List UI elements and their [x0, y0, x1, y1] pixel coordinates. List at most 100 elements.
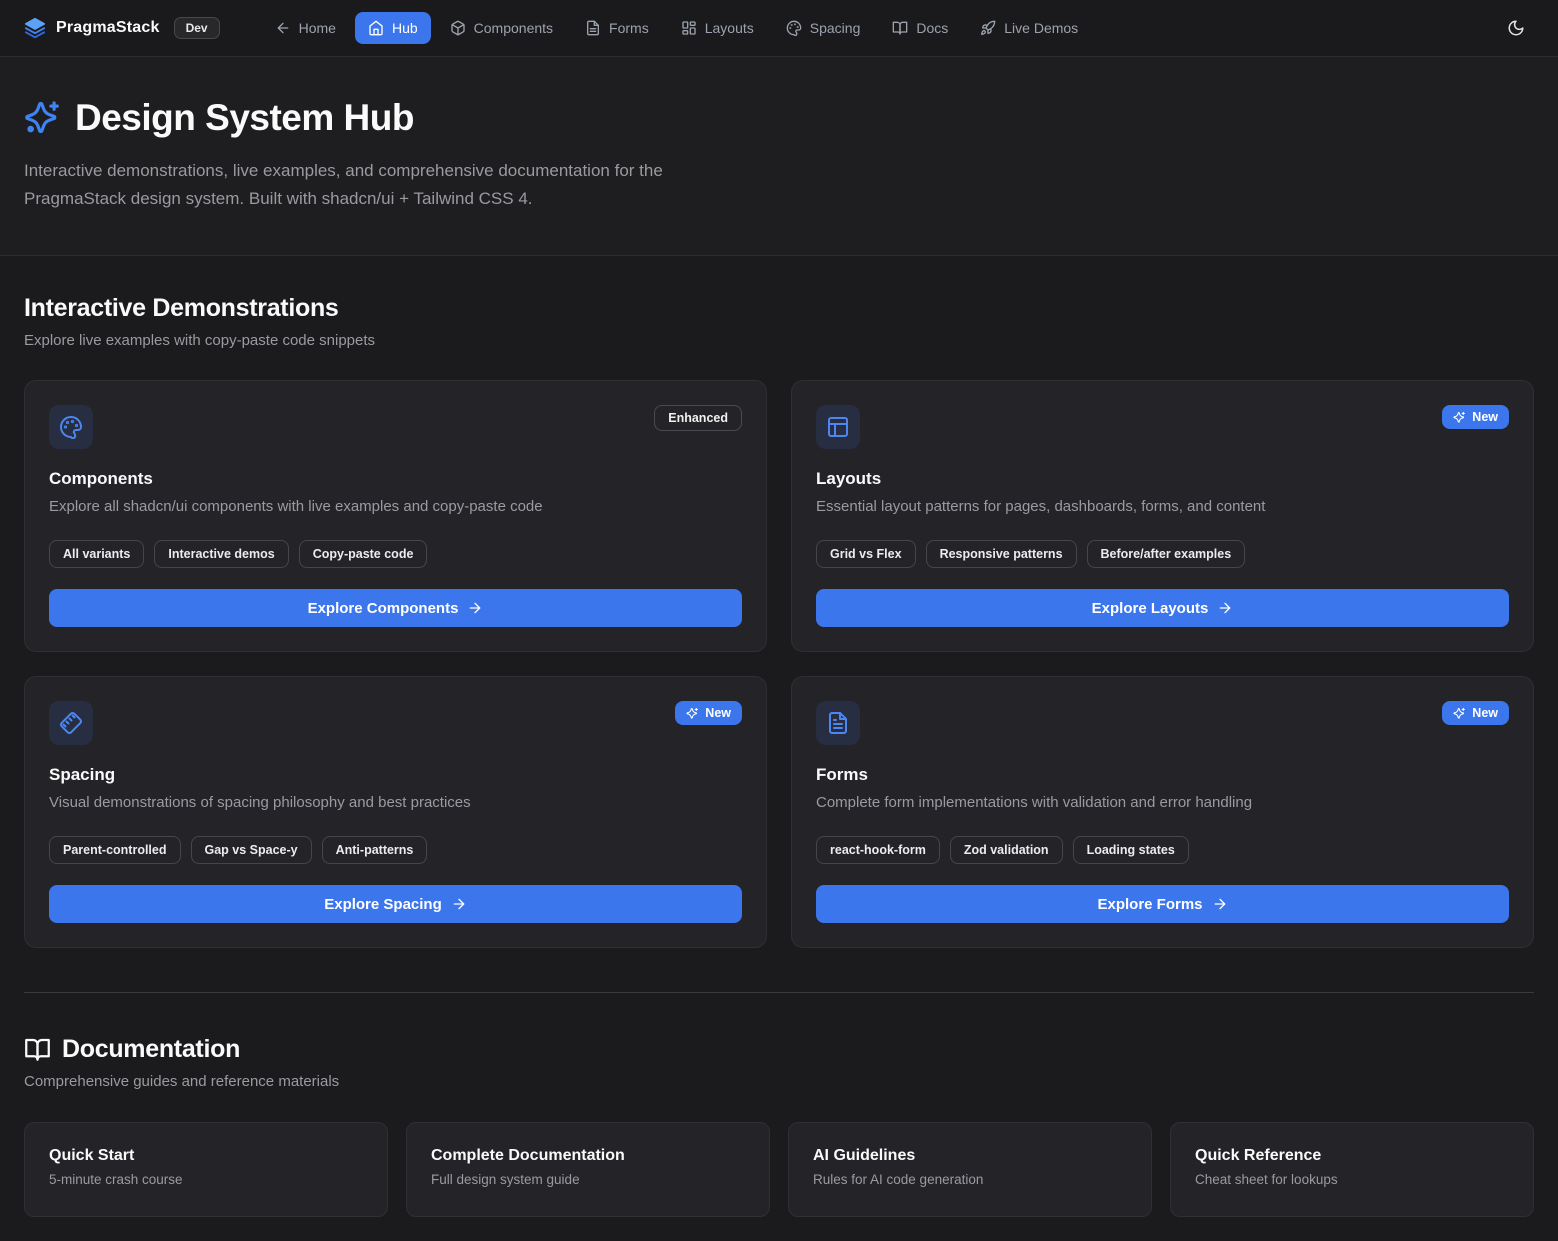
layout-grid-icon — [681, 20, 697, 36]
doc-card-complete-documentation[interactable]: Complete Documentation Full design syste… — [406, 1122, 770, 1217]
nav-item-hub[interactable]: Hub — [355, 12, 431, 44]
book-open-icon — [24, 1036, 51, 1063]
new-badge: New — [1442, 405, 1509, 429]
explore-spacing-button[interactable]: Explore Spacing — [49, 885, 742, 923]
arrow-right-icon — [1212, 896, 1228, 912]
nav-item-label: Spacing — [810, 20, 861, 36]
demo-card-grid: Enhanced Components Explore all shadcn/u… — [24, 380, 1534, 948]
nav-item-label: Docs — [916, 20, 948, 36]
nav-item-label: Forms — [609, 20, 649, 36]
documentation-heading: Documentation — [62, 1035, 240, 1064]
nav-item-live-demos[interactable]: Live Demos — [967, 12, 1091, 44]
interactive-demos-section: Interactive Demonstrations Explore live … — [24, 256, 1534, 948]
main-nav: Home Hub Components Forms Layouts — [262, 12, 1092, 44]
doc-card-ai-guidelines[interactable]: AI Guidelines Rules for AI code generati… — [788, 1122, 1152, 1217]
badge-label: New — [705, 706, 731, 720]
card-title: Layouts — [816, 469, 1509, 489]
file-text-icon — [585, 20, 601, 36]
nav-item-layouts[interactable]: Layouts — [668, 12, 767, 44]
sparkles-icon — [1453, 707, 1466, 720]
tag: Before/after examples — [1087, 540, 1246, 568]
explore-layouts-button[interactable]: Explore Layouts — [816, 589, 1509, 627]
theme-toggle-button[interactable] — [1498, 10, 1534, 46]
dev-badge: Dev — [174, 17, 220, 39]
palette-icon — [49, 405, 93, 449]
rocket-icon — [980, 20, 996, 36]
tag: Grid vs Flex — [816, 540, 916, 568]
demos-subheading: Explore live examples with copy-paste co… — [24, 332, 1534, 349]
arrow-left-icon — [275, 20, 291, 36]
main-content: Interactive Demonstrations Explore live … — [0, 256, 1558, 1241]
badge-label: New — [1472, 706, 1498, 720]
new-badge: New — [675, 701, 742, 725]
cta-label: Explore Components — [308, 600, 459, 617]
house-icon — [368, 20, 384, 36]
tag: Parent-controlled — [49, 836, 181, 864]
tag-row: Parent-controlled Gap vs Space-y Anti-pa… — [49, 836, 742, 864]
brand-name: PragmaStack — [56, 19, 160, 37]
book-open-icon — [892, 20, 908, 36]
nav-item-forms[interactable]: Forms — [572, 12, 662, 44]
doc-card-description: 5-minute crash course — [49, 1172, 363, 1187]
arrow-right-icon — [451, 896, 467, 912]
nav-item-label: Layouts — [705, 20, 754, 36]
arrow-right-icon — [1217, 600, 1233, 616]
documentation-section: Documentation Comprehensive guides and r… — [24, 993, 1534, 1217]
badge-label: New — [1472, 410, 1498, 424]
sparkles-icon — [24, 99, 62, 137]
demos-heading: Interactive Demonstrations — [24, 294, 1534, 323]
explore-forms-button[interactable]: Explore Forms — [816, 885, 1509, 923]
nav-item-label: Hub — [392, 20, 418, 36]
card-description: Complete form implementations with valid… — [816, 792, 1509, 813]
box-icon — [450, 20, 466, 36]
panels-top-left-icon — [816, 405, 860, 449]
card-description: Explore all shadcn/ui components with li… — [49, 496, 742, 517]
explore-components-button[interactable]: Explore Components — [49, 589, 742, 627]
ruler-icon — [49, 701, 93, 745]
cta-label: Explore Spacing — [324, 896, 442, 913]
enhanced-badge: Enhanced — [654, 405, 742, 431]
tag: Loading states — [1073, 836, 1189, 864]
cta-label: Explore Layouts — [1092, 600, 1209, 617]
tag: Interactive demos — [154, 540, 288, 568]
tag: Responsive patterns — [926, 540, 1077, 568]
nav-item-docs[interactable]: Docs — [879, 12, 961, 44]
doc-card-description: Cheat sheet for lookups — [1195, 1172, 1509, 1187]
nav-item-label: Home — [299, 20, 336, 36]
arrow-right-icon — [467, 600, 483, 616]
card-title: Forms — [816, 765, 1509, 785]
page-subtitle: Interactive demonstrations, live example… — [24, 157, 769, 213]
doc-card-description: Rules for AI code generation — [813, 1172, 1127, 1187]
doc-card-title: Quick Start — [49, 1147, 363, 1165]
nav-item-label: Components — [474, 20, 553, 36]
nav-item-spacing[interactable]: Spacing — [773, 12, 874, 44]
doc-card-quick-start[interactable]: Quick Start 5-minute crash course — [24, 1122, 388, 1217]
nav-item-components[interactable]: Components — [437, 12, 566, 44]
card-description: Visual demonstrations of spacing philoso… — [49, 792, 742, 813]
doc-card-title: Complete Documentation — [431, 1147, 745, 1165]
tag-row: All variants Interactive demos Copy-past… — [49, 540, 742, 568]
demo-card-components: Enhanced Components Explore all shadcn/u… — [24, 380, 767, 652]
palette-icon — [786, 20, 802, 36]
demo-card-layouts: New Layouts Essential layout patterns fo… — [791, 380, 1534, 652]
tag: All variants — [49, 540, 144, 568]
brand[interactable]: PragmaStack Dev — [24, 17, 220, 39]
doc-card-title: Quick Reference — [1195, 1147, 1509, 1165]
sparkles-icon — [1453, 411, 1466, 424]
nav-item-home[interactable]: Home — [262, 12, 349, 44]
tag: Zod validation — [950, 836, 1063, 864]
documentation-subheading: Comprehensive guides and reference mater… — [24, 1073, 1534, 1090]
cta-label: Explore Forms — [1097, 896, 1202, 913]
doc-card-quick-reference[interactable]: Quick Reference Cheat sheet for lookups — [1170, 1122, 1534, 1217]
layers-logo-icon — [24, 17, 46, 39]
tag-row: react-hook-form Zod validation Loading s… — [816, 836, 1509, 864]
tag-row: Grid vs Flex Responsive patterns Before/… — [816, 540, 1509, 568]
file-text-icon — [816, 701, 860, 745]
moon-icon — [1507, 19, 1525, 37]
doc-card-title: AI Guidelines — [813, 1147, 1127, 1165]
demo-card-forms: New Forms Complete form implementations … — [791, 676, 1534, 948]
tag: Anti-patterns — [322, 836, 428, 864]
sparkles-icon — [686, 707, 699, 720]
tag: Copy-paste code — [299, 540, 428, 568]
top-navbar: PragmaStack Dev Home Hub Components Fo — [0, 0, 1558, 57]
